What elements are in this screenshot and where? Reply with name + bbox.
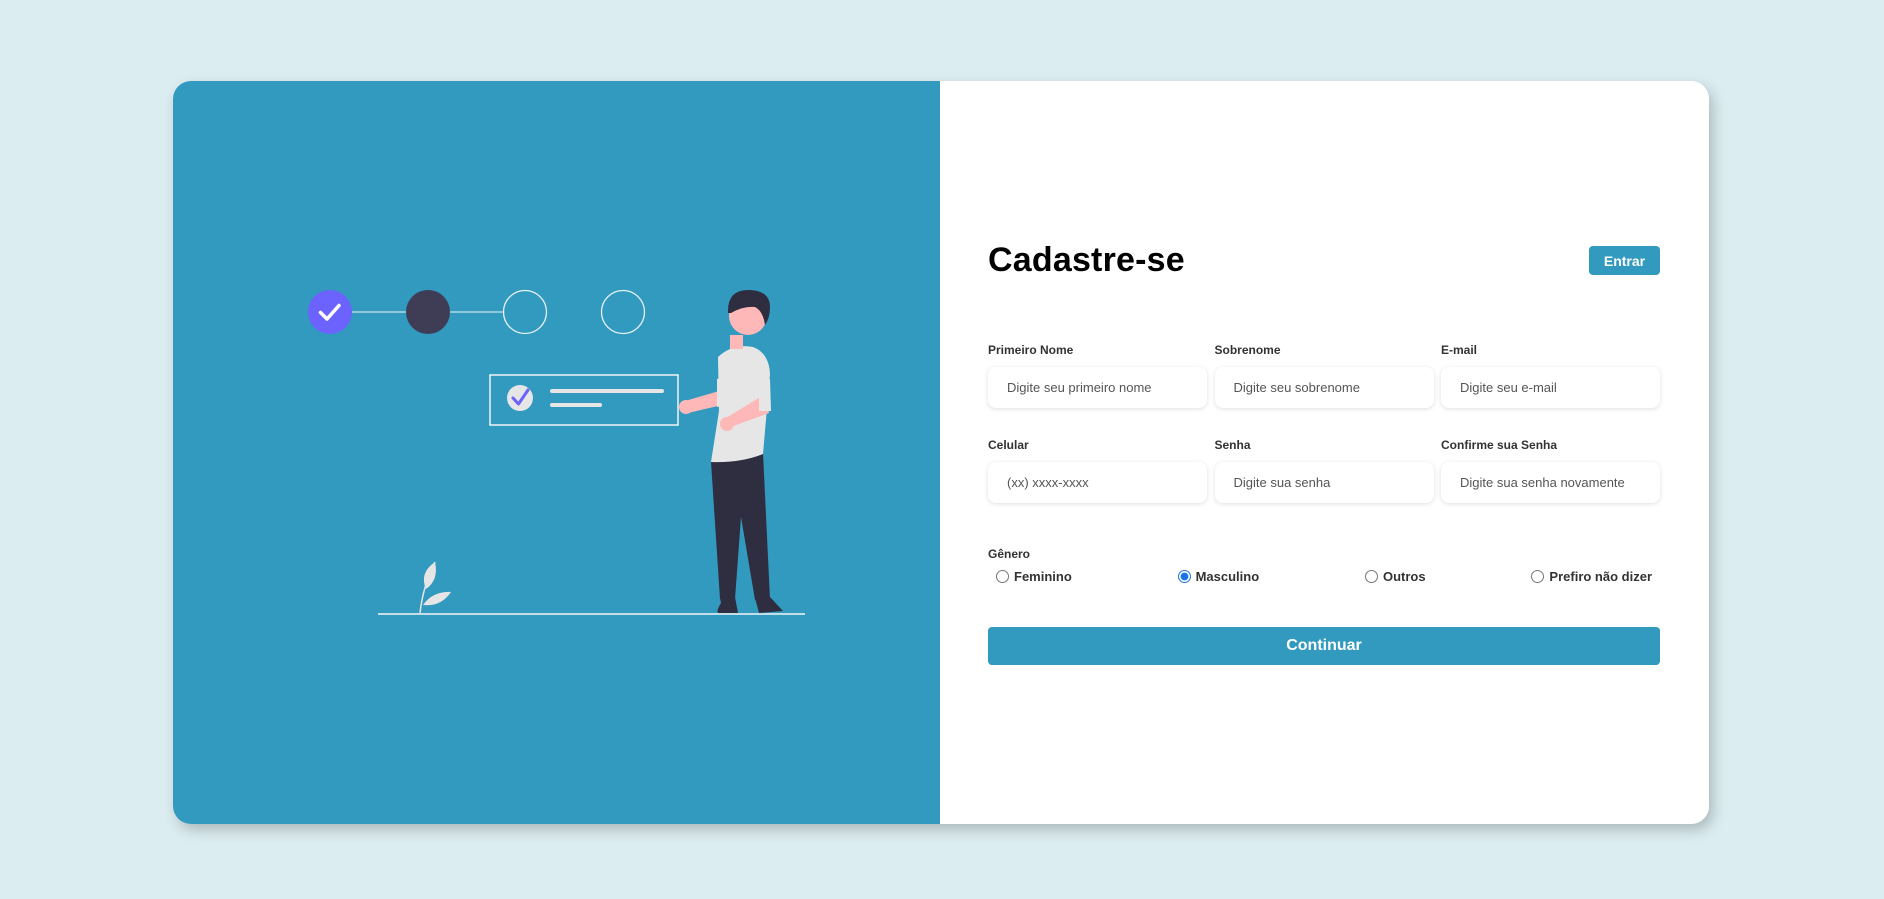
signup-fields: Primeiro Nome Sobrenome E-mail Celular S… xyxy=(988,343,1660,503)
continue-button[interactable]: Continuar xyxy=(988,627,1660,665)
email-label: E-mail xyxy=(1441,343,1478,357)
gender-option-outros[interactable]: Outros xyxy=(1364,569,1426,584)
confirm-password-input[interactable] xyxy=(1441,462,1660,503)
password-input[interactable] xyxy=(1214,462,1434,503)
page-title: Cadastre-se xyxy=(988,241,1185,279)
password-field-group: Senha xyxy=(1214,438,1434,503)
person-figure-icon xyxy=(679,289,783,613)
signup-card: Cadastre-se Entrar Primeiro Nome Sobreno… xyxy=(173,81,1709,824)
gender-radio-outros[interactable] xyxy=(1364,570,1378,583)
signup-illustration xyxy=(308,289,805,615)
gender-radio-feminino[interactable] xyxy=(996,570,1009,583)
gender-option-label: Prefiro não dizer xyxy=(1549,569,1652,584)
last-name-input[interactable] xyxy=(1214,367,1434,408)
illustration-panel xyxy=(173,81,940,824)
form-header: Cadastre-se Entrar xyxy=(988,241,1660,280)
gender-option-label: Outros xyxy=(1382,569,1426,584)
gender-option-label: Feminino xyxy=(1014,569,1072,584)
phone-field-group: Celular xyxy=(988,438,1207,503)
gender-title: Gênero xyxy=(988,547,1031,561)
email-input[interactable] xyxy=(1441,367,1660,408)
step-4-pending xyxy=(600,289,646,335)
step-2-current xyxy=(406,290,450,334)
gender-option-label: Masculino xyxy=(1195,569,1260,584)
gender-option-masculino[interactable]: Masculino xyxy=(1177,569,1260,584)
phone-label: Celular xyxy=(988,438,1029,452)
gender-options: Feminino Masculino Outros Prefiro não di… xyxy=(988,569,1660,584)
confirm-password-label: Confirme sua Senha xyxy=(1441,438,1558,452)
password-label: Senha xyxy=(1214,438,1251,452)
last-name-label: Sobrenome xyxy=(1214,343,1281,357)
last-name-field-group: Sobrenome xyxy=(1214,343,1434,408)
gender-option-feminino[interactable]: Feminino xyxy=(996,569,1072,584)
login-button[interactable]: Entrar xyxy=(1589,246,1660,275)
signup-form-panel: Cadastre-se Entrar Primeiro Nome Sobreno… xyxy=(940,81,1709,824)
phone-input[interactable] xyxy=(988,462,1207,503)
gender-option-prefiro-nao-dizer[interactable]: Prefiro não dizer xyxy=(1531,569,1652,584)
gender-group: Gênero Feminino Masculino Outros Prefiro… xyxy=(988,547,1660,584)
step-3-pending xyxy=(502,289,548,335)
leaf-plant-icon xyxy=(419,561,451,614)
confirm-password-field-group: Confirme sua Senha xyxy=(1441,438,1660,503)
checklist-card xyxy=(489,374,679,426)
email-field-group: E-mail xyxy=(1441,343,1660,408)
first-name-label: Primeiro Nome xyxy=(988,343,1074,357)
gender-radio-prefiro-nao-dizer[interactable] xyxy=(1531,570,1545,583)
first-name-input[interactable] xyxy=(988,367,1207,408)
step-1-done xyxy=(308,290,352,334)
gender-radio-masculino[interactable] xyxy=(1177,570,1191,583)
first-name-field-group: Primeiro Nome xyxy=(988,343,1207,408)
